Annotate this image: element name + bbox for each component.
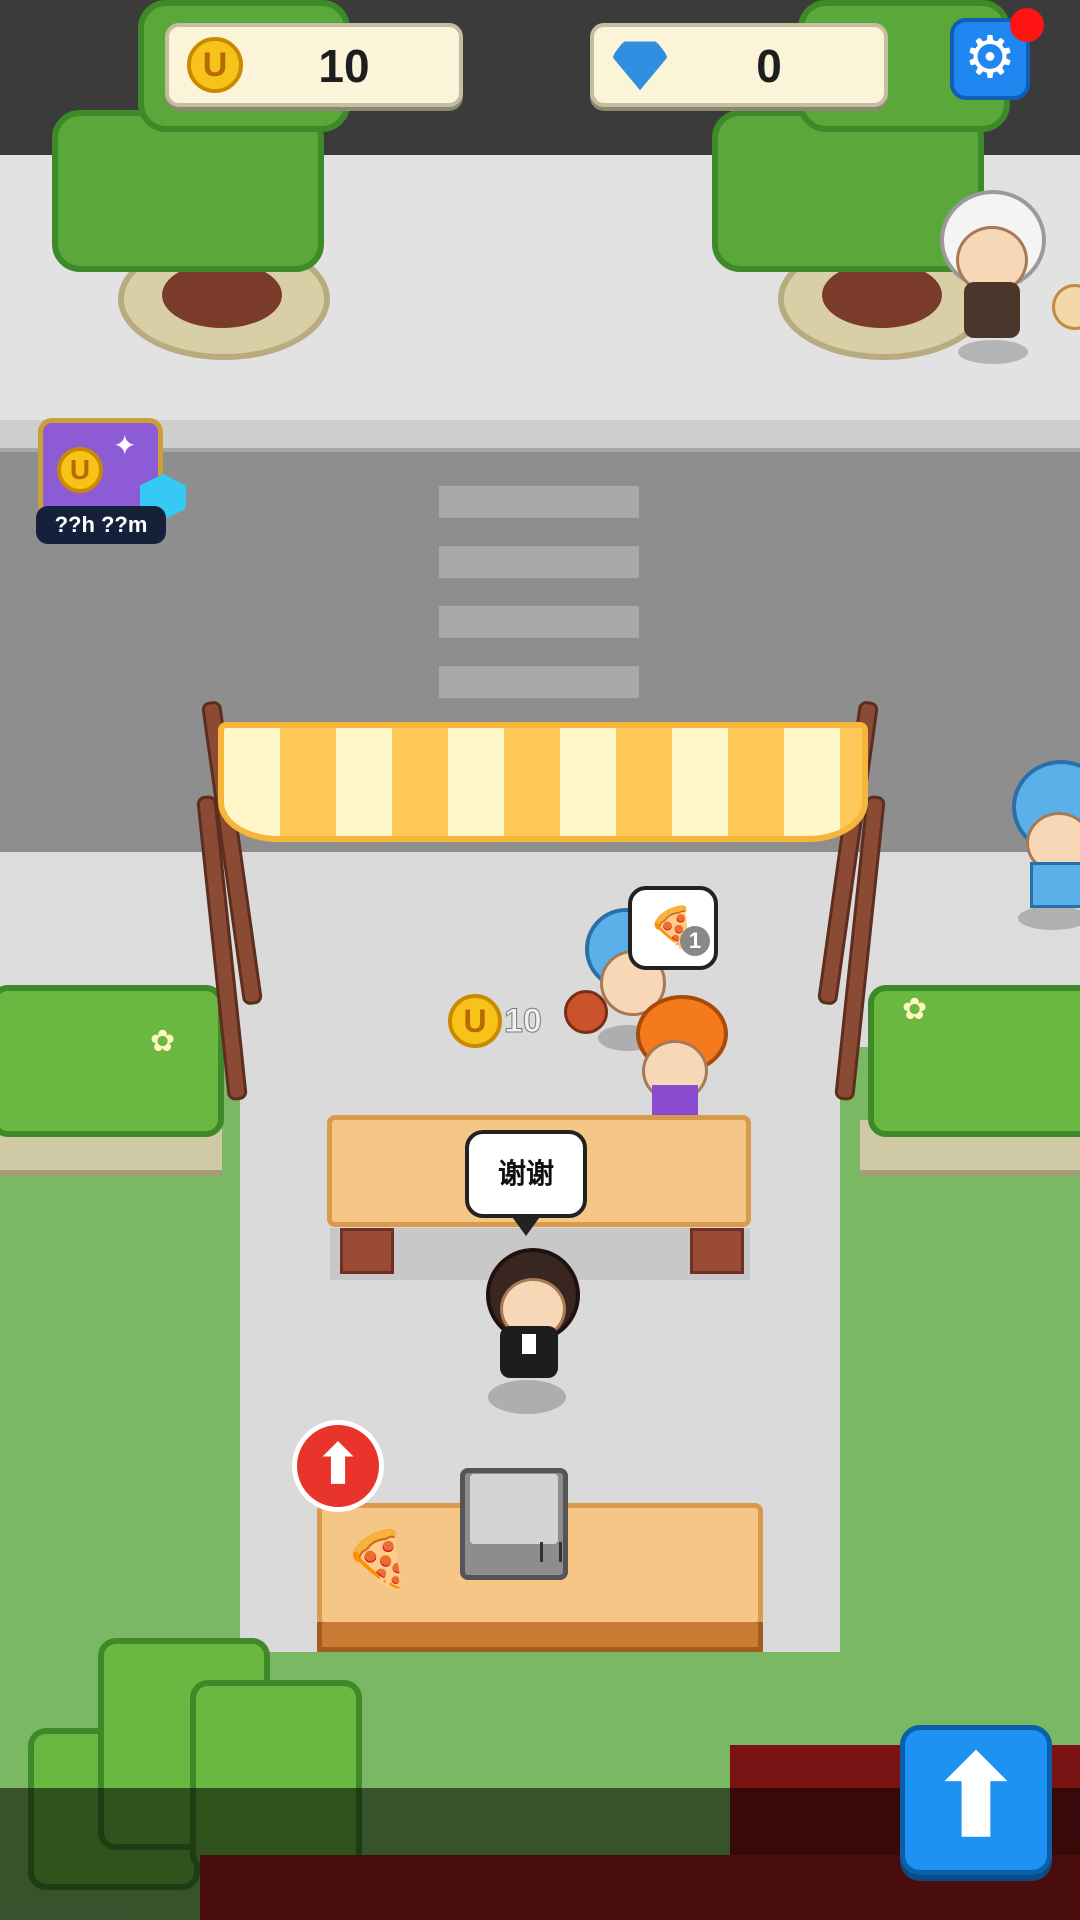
gem-count: 0 [756, 40, 782, 92]
oven-vent [540, 1542, 562, 1562]
crosswalk-stripe [439, 486, 639, 518]
arrow-up-icon: ⬆ [315, 1435, 361, 1495]
shop-awning [218, 722, 868, 842]
kitchen-counter-front [317, 1622, 763, 1652]
counter-leg [690, 1228, 744, 1274]
pizza-icon[interactable]: 🍕 [344, 1528, 411, 1591]
tree-canopy [52, 110, 324, 272]
speech-bubble-tail [510, 1214, 542, 1236]
coin-icon: U [187, 37, 243, 93]
character-shadow [958, 340, 1028, 364]
sparkle-icon: ✦ [113, 430, 137, 461]
order-bubble: 🍕 [628, 886, 718, 970]
flower-icon: ✿ [150, 1025, 176, 1058]
crosswalk-stripe [439, 666, 639, 698]
oven-window [470, 1474, 558, 1544]
gem-icon [612, 41, 668, 91]
crosswalk-stripe [439, 606, 639, 638]
character-shadow [488, 1380, 566, 1414]
build-upgrade-marker[interactable]: ⬆ [292, 1420, 384, 1512]
order-quantity: 1 [680, 926, 710, 956]
coin-icon: U [57, 447, 103, 493]
counter-leg [340, 1228, 394, 1274]
crosswalk-stripe [439, 546, 639, 578]
elderly-npc-coat [964, 282, 1020, 338]
flower-icon: ✿ [902, 993, 928, 1026]
reward-amount: 10 [504, 1002, 543, 1041]
server-shirt [522, 1334, 536, 1354]
server-speech-bubble: 谢谢 [465, 1130, 587, 1218]
upgrade-button[interactable]: ⬆ [900, 1725, 1052, 1875]
customer-shirt [652, 1085, 698, 1115]
coin-counter: U 10 [165, 23, 463, 107]
character-shadow [1018, 906, 1080, 930]
basketball-icon [564, 990, 608, 1034]
hedge-left [0, 985, 224, 1137]
hedge-right [868, 985, 1080, 1137]
gem-counter: 0 [590, 23, 888, 107]
coin-count: 10 [318, 40, 370, 92]
gear-icon: ⚙ [964, 25, 1016, 90]
npc-shirt [1030, 862, 1080, 908]
arrow-up-icon: ⬆ [929, 1736, 1023, 1859]
notification-badge [1010, 8, 1044, 42]
coin-icon: U [448, 994, 502, 1048]
chest-timer: ??h ??m [36, 506, 166, 544]
